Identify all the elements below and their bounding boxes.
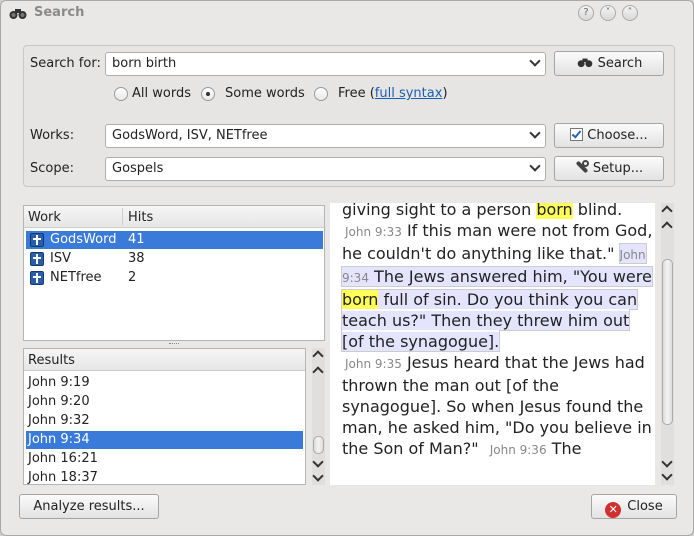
search-for-label: Search for: (30, 56, 101, 71)
scroll-up-icon[interactable] (312, 350, 324, 362)
verse-text: full of sin. Do you think you can teach … (342, 290, 638, 351)
works-select-value: GodsWord, ISV, NETfree (112, 128, 268, 143)
hit-count: 38 (128, 251, 145, 266)
close-icon: ✕ (605, 502, 622, 518)
choose-button[interactable]: Choose... (554, 123, 664, 148)
hit-count: 2 (128, 270, 137, 285)
search-input[interactable]: born birth (105, 52, 546, 76)
maximize-button[interactable]: ˄ (622, 5, 638, 21)
result-item[interactable]: John 18:37 (26, 469, 305, 484)
binoculars-icon (9, 9, 27, 19)
works-row-godsword[interactable]: GodsWord 41 (26, 231, 323, 249)
reader-text: giving sight to a person born blind. Joh… (330, 203, 655, 461)
checkbox-icon (570, 128, 584, 141)
free-radio[interactable] (314, 87, 328, 101)
results-scrollbar[interactable] (312, 348, 325, 485)
splitter-handle[interactable] (169, 343, 179, 345)
result-item[interactable]: John 16:21 (26, 450, 305, 468)
all-words-radio[interactable] (114, 87, 128, 101)
scroll-up-icon[interactable] (661, 221, 673, 233)
book-icon (30, 271, 44, 285)
highlight-word: born (536, 203, 573, 219)
search-input-value: born birth (112, 56, 177, 71)
wrench-icon (575, 160, 589, 174)
search-button[interactable]: Search (554, 51, 664, 76)
works-table: Work Hits GodsWord 41 ISV 38 NETfree 2 (23, 205, 325, 341)
scroll-down-icon[interactable] (661, 456, 673, 468)
result-item-selected[interactable]: John 9:34 (26, 431, 303, 449)
result-item[interactable]: John 9:20 (26, 393, 305, 411)
scroll-down-icon[interactable] (661, 469, 673, 481)
analyze-results-button[interactable]: Analyze results... (19, 494, 159, 519)
column-work[interactable]: Work (28, 210, 61, 225)
scope-select[interactable]: Gospels (105, 157, 546, 181)
work-name: NETfree (50, 270, 102, 285)
scroll-thumb[interactable] (313, 436, 324, 454)
verse-text: giving sight to a person (342, 203, 537, 219)
work-name: GodsWord (50, 232, 117, 247)
result-item[interactable]: John 9:32 (26, 412, 305, 430)
choose-button-label: Choose... (587, 128, 648, 143)
search-window: Search ? ˅ ˄ Search for: born birth Sear… (0, 0, 694, 536)
some-words-label: Some words (225, 86, 305, 101)
results-header-label: Results (28, 353, 75, 368)
free-label-text: Free ( (338, 86, 375, 101)
close-button[interactable]: ✕ Close (591, 494, 677, 519)
scroll-down-icon[interactable] (312, 470, 324, 482)
help-button[interactable]: ? (578, 5, 594, 21)
full-syntax-link[interactable]: full syntax (375, 86, 443, 101)
verse-number[interactable]: John 9:36 (490, 443, 547, 457)
analyze-button-label: Analyze results... (33, 499, 145, 514)
minimize-button[interactable]: ˅ (600, 5, 616, 21)
works-table-header: Work Hits (24, 206, 324, 228)
verse-text: The Jews answered him, "You were (368, 267, 652, 286)
window-title: Search (34, 5, 85, 20)
scroll-up-icon[interactable] (661, 205, 673, 217)
some-words-radio[interactable] (201, 87, 215, 101)
setup-button[interactable]: Setup... (554, 156, 664, 181)
book-icon (30, 252, 44, 266)
scope-select-value: Gospels (112, 161, 164, 176)
book-icon (30, 233, 44, 247)
highlight-word: born (342, 290, 379, 309)
results-header: Results (24, 349, 305, 371)
works-label: Works: (30, 128, 75, 143)
close-button-label: Close (627, 499, 663, 514)
works-row-netfree[interactable]: NETfree 2 (26, 269, 326, 287)
free-label: Free (full syntax) (338, 86, 448, 101)
verse-text: blind. (572, 203, 623, 219)
work-name: ISV (50, 251, 71, 266)
verse-number[interactable]: John 9:33 (345, 225, 402, 239)
scope-label: Scope: (30, 161, 74, 176)
setup-button-label: Setup... (592, 161, 644, 176)
column-divider (122, 208, 123, 225)
result-item[interactable]: John 9:19 (26, 374, 305, 392)
chevron-down-icon (529, 55, 541, 67)
title-bar: Search ? ˅ ˄ (1, 1, 693, 27)
results-list: Results John 9:19 John 9:20 John 9:32 Jo… (23, 348, 306, 485)
verse-number[interactable]: John 9:35 (345, 357, 402, 371)
scroll-up-icon[interactable] (312, 366, 324, 378)
scroll-thumb[interactable] (662, 259, 673, 425)
all-words-label: All words (132, 86, 191, 101)
binoculars-icon (577, 58, 592, 68)
works-select[interactable]: GodsWord, ISV, NETfree (105, 124, 546, 148)
works-row-isv[interactable]: ISV 38 (26, 250, 326, 268)
free-label-end: ) (442, 86, 448, 101)
reader-scrollbar[interactable] (661, 203, 674, 485)
chevron-down-icon (529, 127, 541, 139)
verse-text: The (546, 439, 582, 458)
column-hits[interactable]: Hits (128, 210, 153, 225)
scroll-down-icon[interactable] (312, 456, 324, 468)
chevron-down-icon (529, 160, 541, 172)
hit-count: 41 (128, 232, 145, 247)
search-button-label: Search (597, 56, 643, 71)
verse-reader: giving sight to a person born blind. Joh… (330, 203, 655, 485)
